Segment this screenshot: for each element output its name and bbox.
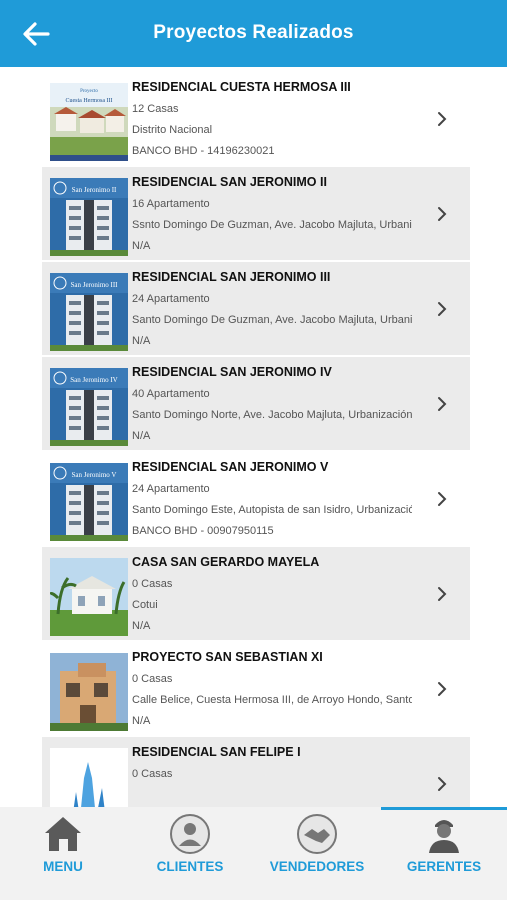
- project-thumbnail: San Jeronimo III: [50, 273, 128, 351]
- home-icon: [45, 817, 81, 851]
- project-location: Calle Belice, Cuesta Hermosa III, de Arr…: [132, 694, 412, 706]
- page-title: Proyectos Realizados: [153, 22, 354, 43]
- project-thumbnail: [50, 558, 128, 636]
- project-name: RESIDENCIAL SAN JERONIMO IV: [132, 365, 332, 379]
- project-name: CASA SAN GERARDO MAYELA: [132, 555, 320, 569]
- project-name: RESIDENCIAL SAN JERONIMO II: [132, 175, 327, 189]
- project-row[interactable]: San Jeronimo II RESIDENCIAL SAN JERONIMO…: [42, 167, 470, 260]
- project-location: Ssnto Domingo De Guzman, Ave. Jacobo Maj…: [132, 219, 412, 231]
- project-units: 24 Apartamento: [132, 483, 210, 495]
- tab-clientes[interactable]: CLIENTES: [127, 807, 253, 900]
- app-bar: Proyectos Realizados: [0, 0, 507, 67]
- project-row[interactable]: Proyecto Cuesta Hermosa III RESIDENCIAL …: [42, 72, 470, 165]
- chevron-right-icon: [438, 587, 447, 601]
- project-name: RESIDENCIAL SAN JERONIMO III: [132, 270, 331, 284]
- chevron-right-icon: [438, 682, 447, 696]
- project-name: RESIDENCIAL SAN JERONIMO V: [132, 460, 329, 474]
- project-bank: N/A: [132, 335, 151, 347]
- project-thumbnail: San Jeronimo II: [50, 178, 128, 256]
- tab-gerentes[interactable]: GERENTES: [381, 807, 507, 900]
- project-row[interactable]: CASA SAN GERARDO MAYELA 0 Casas Cotui N/…: [42, 547, 470, 640]
- project-thumbnail: Proyecto Cuesta Hermosa III: [50, 83, 128, 161]
- project-bank: N/A: [132, 620, 151, 632]
- project-units: 0 Casas: [132, 768, 173, 780]
- project-thumbnail: [50, 653, 128, 731]
- project-row[interactable]: San Jeronimo III RESIDENCIAL SAN JERONIM…: [42, 262, 470, 355]
- svg-text:San Jeronimo V: San Jeronimo V: [72, 471, 117, 479]
- project-row[interactable]: San Jeronimo V RESIDENCIAL SAN JERONIMO …: [42, 452, 470, 545]
- tab-label: GERENTES: [406, 859, 482, 874]
- project-bank: BANCO BHD - 00907950115: [132, 525, 274, 537]
- tab-vendedores[interactable]: VENDEDORES: [254, 807, 380, 900]
- project-thumbnail: [50, 748, 128, 807]
- project-location: Santo Domingo De Guzman, Ave. Jacobo Maj…: [132, 314, 412, 326]
- tab-label: MENU: [43, 859, 83, 874]
- chevron-right-icon: [438, 492, 447, 506]
- chevron-right-icon: [438, 207, 447, 221]
- project-bank: N/A: [132, 715, 151, 727]
- project-row[interactable]: RESIDENCIAL SAN FELIPE I 0 Casas: [42, 737, 470, 807]
- project-row[interactable]: San Jeronimo IV RESIDENCIAL SAN JERONIMO…: [42, 357, 470, 450]
- chevron-right-icon: [438, 777, 447, 791]
- project-bank: N/A: [132, 430, 151, 442]
- svg-text:Proyecto: Proyecto: [80, 89, 98, 94]
- project-thumbnail: San Jeronimo V: [50, 463, 128, 541]
- project-name: PROYECTO SAN SEBASTIAN XI: [132, 650, 323, 664]
- chevron-right-icon: [438, 112, 447, 126]
- project-location: Distrito Nacional: [132, 124, 213, 136]
- project-name: RESIDENCIAL SAN FELIPE I: [132, 745, 301, 759]
- svg-text:San Jeronimo IV: San Jeronimo IV: [70, 376, 117, 384]
- tab-label: CLIENTES: [156, 859, 224, 874]
- project-units: 40 Apartamento: [132, 388, 210, 400]
- project-name: RESIDENCIAL CUESTA HERMOSA III: [132, 80, 351, 94]
- project-location: Cotui: [132, 599, 158, 611]
- project-bank: N/A: [132, 240, 151, 252]
- project-units: 24 Apartamento: [132, 293, 210, 305]
- svg-text:San Jeronimo II: San Jeronimo II: [72, 186, 117, 194]
- project-units: 0 Casas: [132, 673, 173, 685]
- project-bank: BANCO BHD - 14196230021: [132, 145, 275, 157]
- project-location: Santo Domingo Norte, Ave. Jacobo Majluta…: [132, 409, 412, 421]
- project-units: 16 Apartamento: [132, 198, 210, 210]
- svg-text:San Jeronimo III: San Jeronimo III: [70, 281, 118, 289]
- tab-label: VENDEDORES: [269, 859, 365, 874]
- project-units: 12 Casas: [132, 103, 179, 115]
- project-thumbnail: San Jeronimo IV: [50, 368, 128, 446]
- project-list[interactable]: Proyecto Cuesta Hermosa III RESIDENCIAL …: [0, 67, 507, 807]
- manager-icon: [429, 820, 459, 853]
- chevron-right-icon: [438, 302, 447, 316]
- svg-text:Cuesta Hermosa III: Cuesta Hermosa III: [66, 98, 113, 104]
- active-tab-indicator: [381, 807, 507, 810]
- bottom-nav: MENU CLIENTES VENDEDORES GERENTES: [0, 807, 507, 900]
- project-units: 0 Casas: [132, 578, 173, 590]
- chevron-right-icon: [438, 397, 447, 411]
- project-location: Santo Domingo Este, Autopista de san Isi…: [132, 504, 412, 516]
- handshake-icon: [297, 814, 337, 854]
- project-row[interactable]: PROYECTO SAN SEBASTIAN XI 0 Casas Calle …: [42, 642, 470, 735]
- tab-menu[interactable]: MENU: [0, 807, 126, 900]
- client-icon: [170, 814, 210, 854]
